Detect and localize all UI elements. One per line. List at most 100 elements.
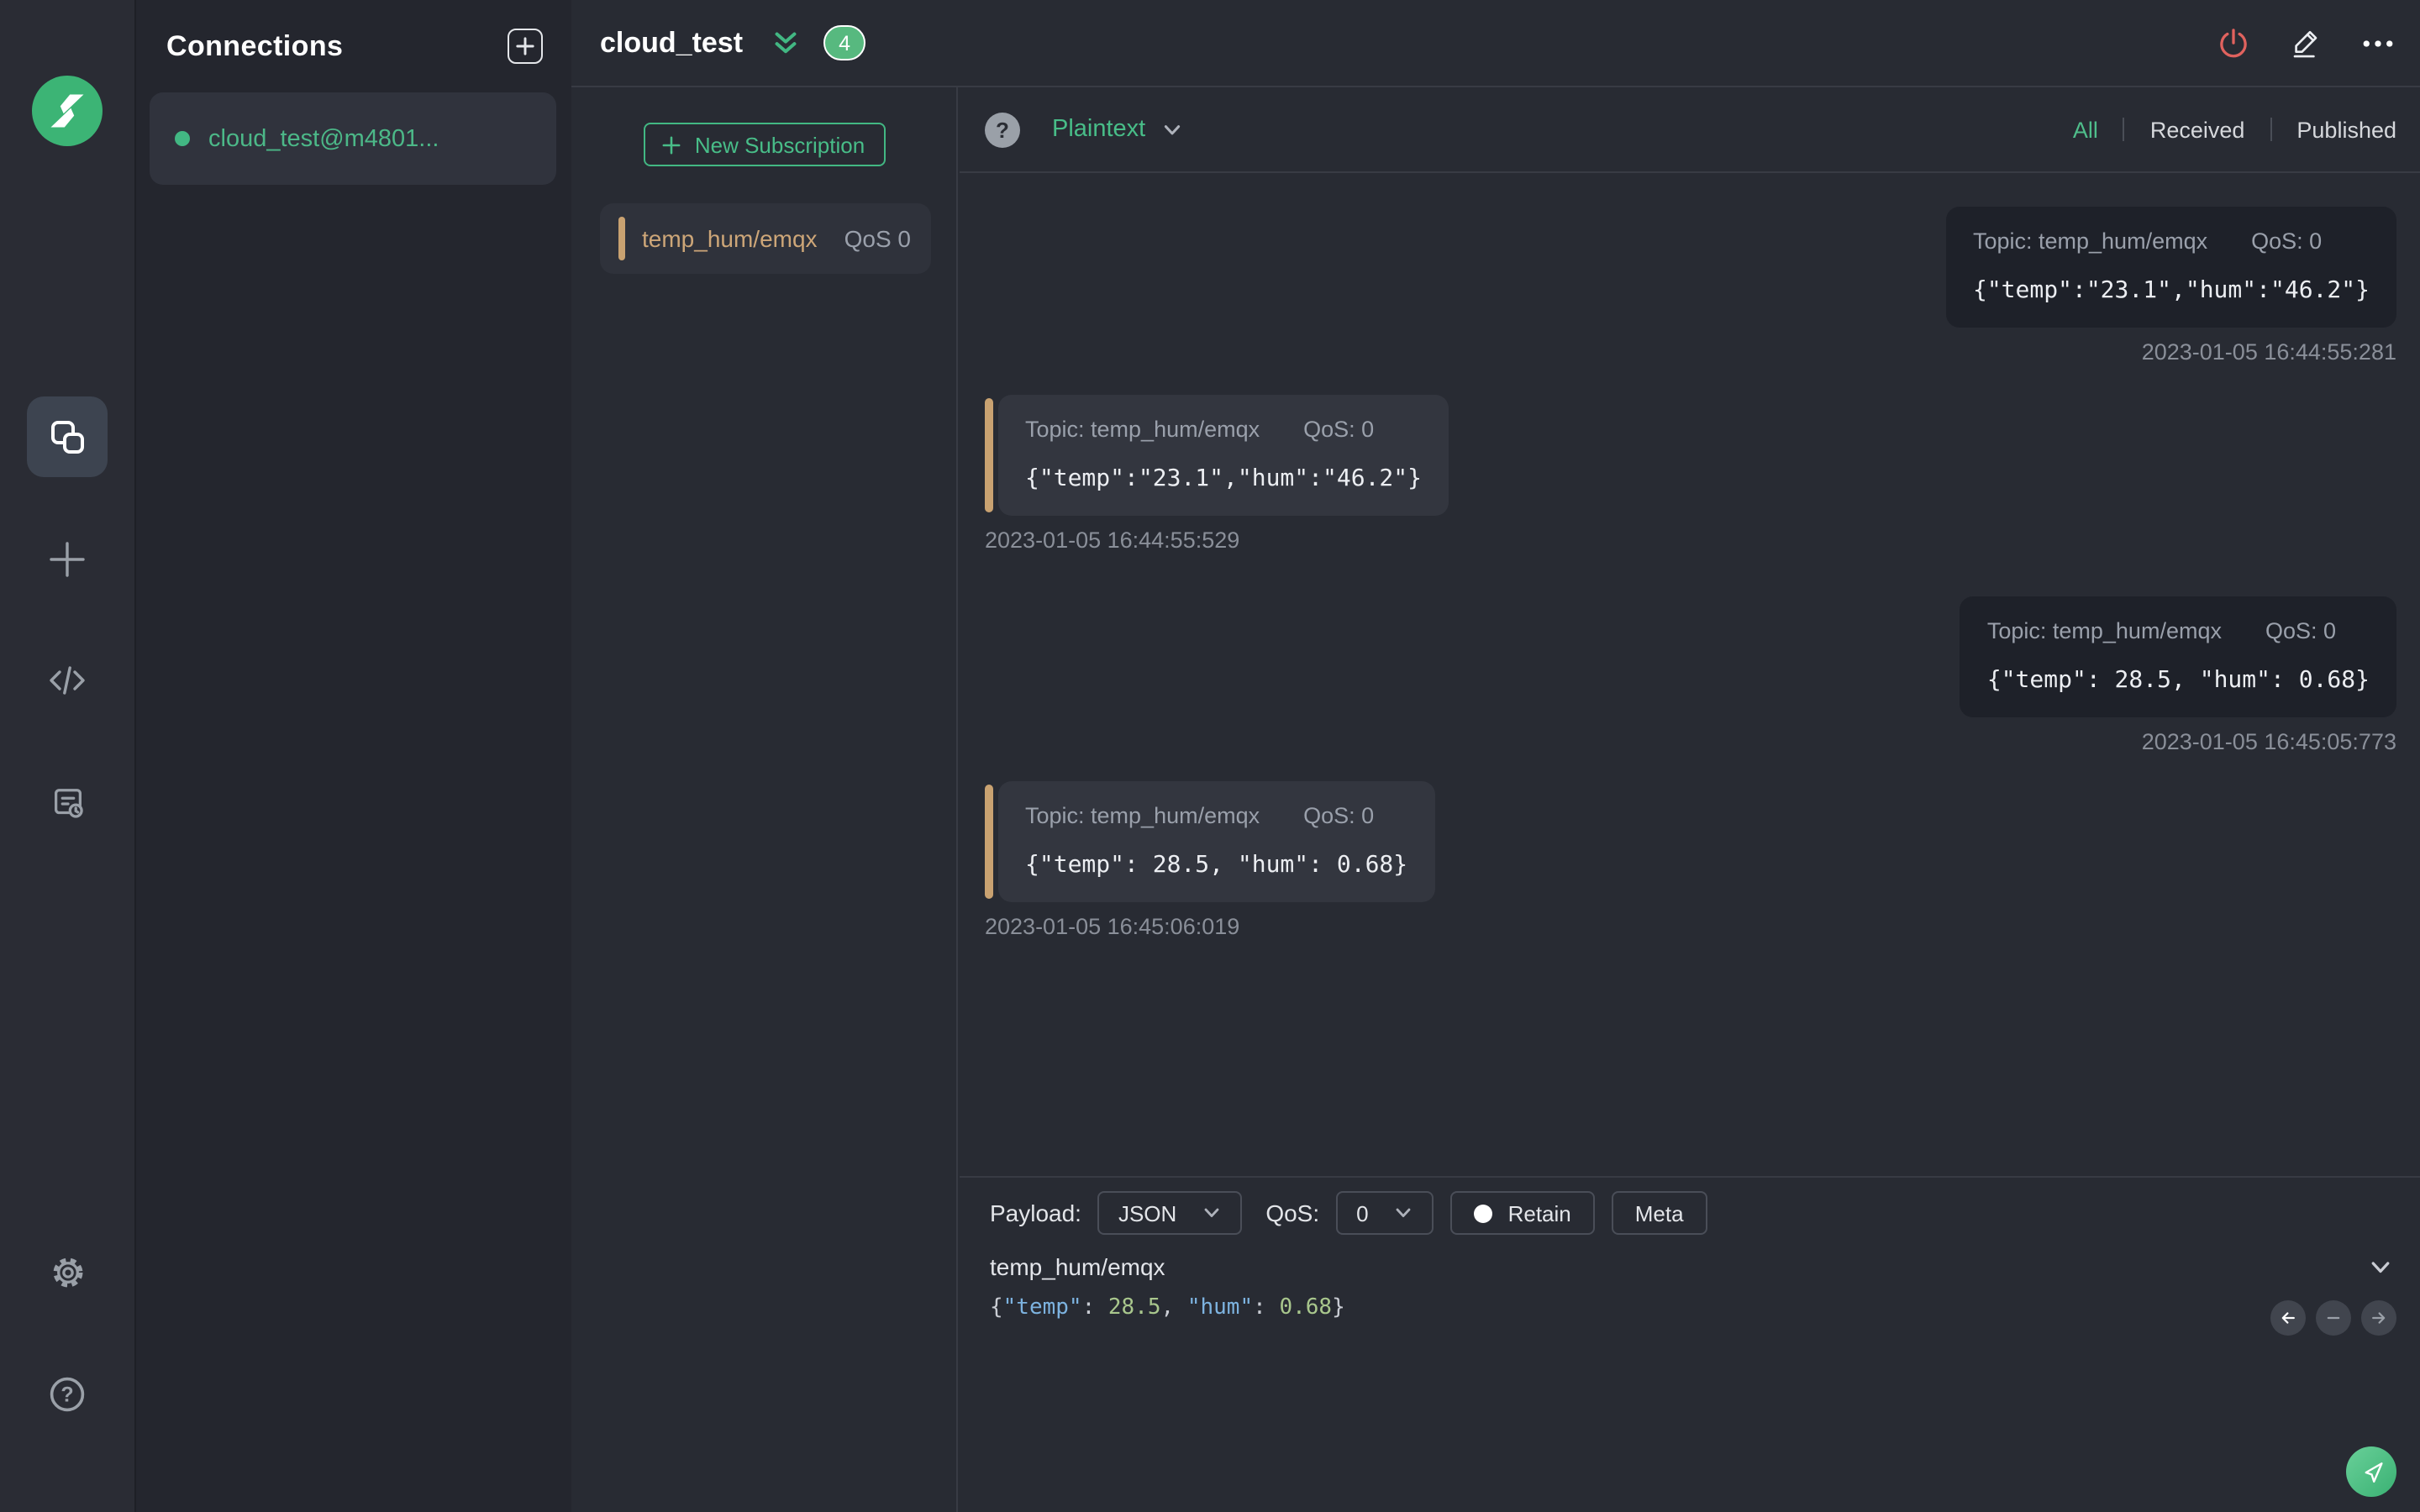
message-payload: {"temp":"23.1","hum":"46.2"} bbox=[1972, 277, 2370, 304]
message-bubble: Topic: temp_hum/emqx QoS: 0 {"temp": 28.… bbox=[998, 781, 1435, 902]
unread-count-badge: 4 bbox=[823, 25, 866, 60]
collapse-minus-icon bbox=[2323, 1307, 2344, 1329]
message-bubble: Topic: temp_hum/emqx QoS: 0 {"temp":"23.… bbox=[998, 395, 1449, 516]
message-topic: Topic: temp_hum/emqx bbox=[1025, 417, 1260, 442]
message-bubble: Topic: temp_hum/emqx QoS: 0 {"temp":"23.… bbox=[1945, 207, 2396, 328]
chevron-down-icon bbox=[2368, 1254, 2393, 1279]
next-payload-button[interactable] bbox=[2361, 1300, 2396, 1336]
sidebar-item-new-connection[interactable] bbox=[47, 539, 87, 580]
sidebar-item-settings[interactable] bbox=[47, 1252, 87, 1292]
next-arrow-icon bbox=[2368, 1307, 2390, 1329]
payload-format-select[interactable]: JSON bbox=[1097, 1191, 1243, 1235]
prev-payload-button[interactable] bbox=[2270, 1300, 2306, 1336]
subscription-topic: temp_hum/emqx bbox=[642, 225, 818, 252]
qos-label: QoS: bbox=[1265, 1200, 1320, 1226]
sidebar-item-connections[interactable] bbox=[27, 396, 108, 477]
connections-title: Connections bbox=[166, 29, 344, 61]
message-published: Topic: temp_hum/emqx QoS: 0 {"temp":"23.… bbox=[985, 207, 2396, 365]
nav-rail: ? bbox=[0, 0, 136, 1512]
svg-text:?: ? bbox=[60, 1383, 73, 1406]
payload-pager bbox=[2270, 1300, 2396, 1336]
json-token: "hum" bbox=[1186, 1295, 1254, 1320]
sidebar-item-log[interactable] bbox=[47, 783, 87, 823]
mqttx-logo-icon bbox=[32, 76, 103, 146]
message-topic: Topic: temp_hum/emqx bbox=[1025, 803, 1260, 828]
messages-toolbar: ? Plaintext All Received Published bbox=[960, 87, 2420, 173]
collapse-double-chevron-icon bbox=[770, 27, 802, 59]
add-connection-button[interactable] bbox=[508, 29, 543, 64]
help-question-icon: ? bbox=[47, 1374, 87, 1415]
messages-area: ? Plaintext All Received Published Topic… bbox=[960, 87, 2420, 1176]
json-token: , bbox=[1160, 1295, 1187, 1320]
subscriptions-panel: New Subscription temp_hum/emqx QoS 0 bbox=[571, 87, 958, 1512]
message-timestamp: 2023-01-05 16:44:55:529 bbox=[985, 528, 1240, 553]
filter-all[interactable]: All bbox=[2073, 117, 2098, 142]
message-format-select[interactable]: Plaintext bbox=[1052, 116, 1182, 143]
publish-panel: Payload: JSON QoS: 0 Retain Meta temp_hu… bbox=[960, 1176, 2420, 1512]
message-topic: Topic: temp_hum/emqx bbox=[1972, 228, 2208, 254]
send-plane-icon bbox=[2355, 1456, 2387, 1488]
meta-button[interactable]: Meta bbox=[1611, 1191, 1707, 1235]
edit-pencil-icon bbox=[2288, 25, 2323, 60]
message-bubble: Topic: temp_hum/emqx QoS: 0 {"temp": 28.… bbox=[1960, 596, 2396, 717]
sidebar-item-help[interactable]: ? bbox=[47, 1374, 87, 1415]
subscription-qos: QoS 0 bbox=[844, 225, 911, 252]
retain-label: Retain bbox=[1507, 1200, 1571, 1226]
settings-gear-icon bbox=[48, 1252, 87, 1291]
json-token: : bbox=[1081, 1295, 1108, 1320]
prev-arrow-icon bbox=[2277, 1307, 2299, 1329]
json-token: 28.5 bbox=[1107, 1295, 1161, 1320]
app-window: ? Connections cloud_test@m4801... cloud_… bbox=[0, 0, 2420, 1512]
disconnect-button[interactable] bbox=[2215, 24, 2252, 61]
filter-divider bbox=[2270, 118, 2272, 141]
connection-list-item[interactable]: cloud_test@m4801... bbox=[150, 92, 556, 185]
retain-toggle[interactable]: Retain bbox=[1450, 1191, 1595, 1235]
collapse-editor-button[interactable] bbox=[2316, 1300, 2351, 1336]
new-subscription-button[interactable]: New Subscription bbox=[643, 123, 885, 166]
filter-published[interactable]: Published bbox=[2296, 117, 2396, 142]
add-connection-icon bbox=[516, 37, 534, 55]
send-button[interactable] bbox=[2346, 1446, 2396, 1497]
json-token: 0.68 bbox=[1279, 1295, 1333, 1320]
connection-status-dot bbox=[175, 131, 190, 146]
sidebar-item-script[interactable] bbox=[47, 660, 87, 701]
log-icon bbox=[48, 784, 87, 822]
publish-topic-row: temp_hum/emqx bbox=[960, 1235, 2420, 1280]
message-color-bar bbox=[985, 785, 993, 899]
payload-format-value: JSON bbox=[1118, 1200, 1177, 1226]
message-qos: QoS: 0 bbox=[1303, 803, 1375, 828]
message-list: Topic: temp_hum/emqx QoS: 0 {"temp":"23.… bbox=[960, 207, 2420, 939]
payload-format-help-icon[interactable]: ? bbox=[985, 112, 1020, 147]
subscription-item[interactable]: temp_hum/emqx QoS 0 bbox=[600, 203, 931, 274]
publish-toolbar: Payload: JSON QoS: 0 Retain Meta bbox=[960, 1178, 2420, 1235]
message-received: Topic: temp_hum/emqx QoS: 0 {"temp":"23.… bbox=[985, 395, 2396, 553]
message-payload: {"temp": 28.5, "hum": 0.68} bbox=[1025, 852, 1408, 879]
json-token: "temp" bbox=[1002, 1295, 1082, 1320]
connections-header: Connections bbox=[134, 0, 571, 64]
filter-received[interactable]: Received bbox=[2150, 117, 2245, 142]
payload-editor[interactable]: {"temp": 28.5, "hum": 0.68} bbox=[960, 1280, 2420, 1320]
message-topic: Topic: temp_hum/emqx bbox=[1986, 618, 2222, 643]
disconnect-power-icon bbox=[2215, 24, 2252, 61]
message-color-bar bbox=[985, 398, 993, 512]
collapse-panel-button[interactable] bbox=[770, 27, 802, 59]
message-received: Topic: temp_hum/emqx QoS: 0 {"temp": 28.… bbox=[985, 781, 2396, 939]
connections-panel: Connections cloud_test@m4801... bbox=[134, 0, 571, 1512]
chevron-down-icon bbox=[1202, 1203, 1222, 1223]
qos-select[interactable]: 0 bbox=[1336, 1191, 1434, 1235]
editor-collapse-button[interactable] bbox=[2368, 1254, 2393, 1279]
more-options-button[interactable] bbox=[2360, 24, 2396, 61]
chevron-down-icon bbox=[1160, 118, 1182, 140]
chevron-down-icon bbox=[1394, 1203, 1414, 1223]
connection-name: cloud_test@m4801... bbox=[208, 125, 439, 152]
message-filters: All Received Published bbox=[2073, 117, 2396, 142]
message-qos: QoS: 0 bbox=[1303, 417, 1375, 442]
topic-input[interactable]: temp_hum/emqx bbox=[990, 1253, 1165, 1280]
message-timestamp: 2023-01-05 16:45:06:019 bbox=[985, 914, 1240, 939]
connections-icon bbox=[45, 415, 89, 459]
message-qos: QoS: 0 bbox=[2251, 228, 2323, 254]
retain-dot-icon bbox=[1474, 1204, 1493, 1222]
filter-divider bbox=[2123, 118, 2125, 141]
connection-header: cloud_test 4 bbox=[571, 0, 2420, 87]
edit-connection-button[interactable] bbox=[2287, 24, 2324, 61]
